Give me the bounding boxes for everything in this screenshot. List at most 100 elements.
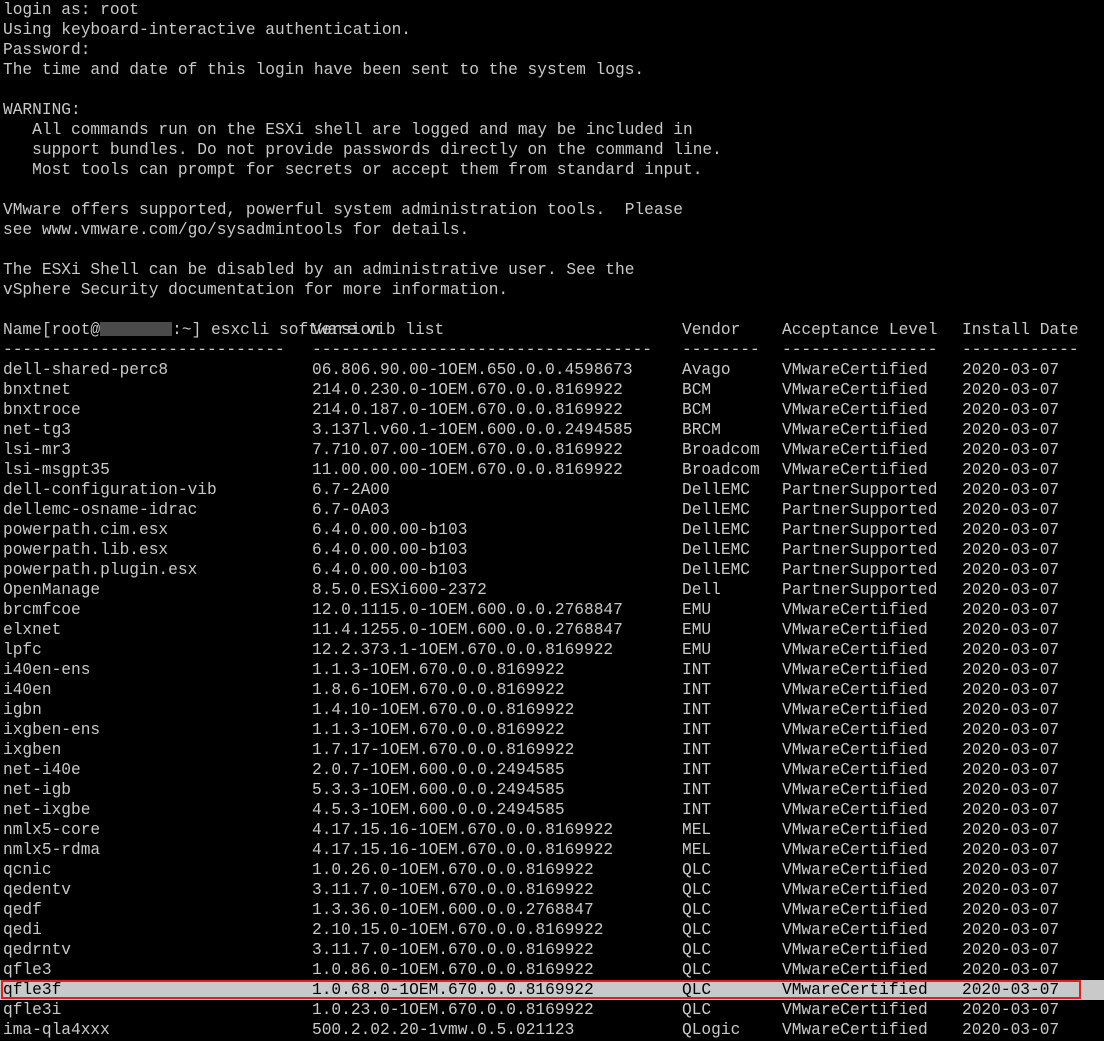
header-vendor: Vendor: [682, 321, 741, 339]
vib-install-date: 2020-03-07: [962, 901, 1060, 919]
vib-acceptance-level: VMwareCertified: [782, 761, 928, 779]
vib-name: bnxtnet: [3, 381, 71, 399]
vib-vendor: DellEMC: [682, 481, 750, 499]
vib-version: 1.3.36.0-1OEM.600.0.0.2768847: [312, 901, 594, 919]
vib-name: lpfc: [3, 641, 42, 659]
vib-vendor: INT: [682, 661, 712, 679]
separator-date: ------------: [962, 341, 1079, 359]
vib-install-date: 2020-03-07: [962, 881, 1060, 899]
vib-acceptance-level: VMwareCertified: [782, 721, 928, 739]
terminal-line: vSphere Security documentation for more …: [3, 281, 509, 299]
vib-vendor: Broadcom: [682, 461, 760, 479]
vib-vendor: INT: [682, 741, 712, 759]
vib-name: powerpath.plugin.esx: [3, 561, 198, 579]
vib-name: qfle3i: [3, 1001, 62, 1019]
vib-name: qedi: [3, 921, 42, 939]
vib-name: dellemc-osname-idrac: [3, 501, 198, 519]
vib-version: 1.1.3-1OEM.670.0.0.8169922: [312, 721, 565, 739]
vib-vendor: BCM: [682, 401, 712, 419]
vib-name: qcnic: [3, 861, 52, 879]
vib-version: 1.0.86.0-1OEM.670.0.0.8169922: [312, 961, 594, 979]
vib-version: 6.4.0.00.00-b103: [312, 541, 468, 559]
vib-version: 1.7.17-1OEM.670.0.0.8169922: [312, 741, 575, 759]
vib-version: 6.4.0.00.00-b103: [312, 521, 468, 539]
vib-acceptance-level: VMwareCertified: [782, 841, 928, 859]
vib-vendor: INT: [682, 721, 712, 739]
vib-install-date: 2020-03-07: [962, 561, 1060, 579]
vib-vendor: INT: [682, 701, 712, 719]
vib-acceptance-level: VMwareCertified: [782, 941, 928, 959]
vib-name: i40en: [3, 681, 52, 699]
vib-vendor: Avago: [682, 361, 731, 379]
vib-vendor: QLC: [682, 941, 712, 959]
vib-vendor: Broadcom: [682, 441, 760, 459]
header-install-date: Install Date: [962, 321, 1079, 339]
vib-name: bnxtroce: [3, 401, 81, 419]
vib-version: 11.00.00.00-1OEM.670.0.0.8169922: [312, 461, 623, 479]
terminal-line: login as: root: [3, 1, 139, 19]
vib-acceptance-level: VMwareCertified: [782, 741, 928, 759]
vib-install-date: 2020-03-07: [962, 401, 1060, 419]
vib-vendor: DellEMC: [682, 521, 750, 539]
vib-acceptance-level: VMwareCertified: [782, 401, 928, 419]
vib-name: net-i40e: [3, 761, 81, 779]
separator-version: -----------------------------------: [312, 341, 652, 359]
vib-acceptance-level: VMwareCertified: [782, 861, 928, 879]
vib-acceptance-level: VMwareCertified: [782, 641, 928, 659]
vib-version: 1.4.10-1OEM.670.0.0.8169922: [312, 701, 575, 719]
vib-version: 12.0.1115.0-1OEM.600.0.0.2768847: [312, 601, 623, 619]
vib-vendor: INT: [682, 781, 712, 799]
vib-install-date: 2020-03-07: [962, 521, 1060, 539]
vib-acceptance-level: VMwareCertified: [782, 961, 928, 979]
vib-vendor: QLC: [682, 861, 712, 879]
vib-install-date: 2020-03-07: [962, 941, 1060, 959]
shell-prompt-line[interactable]: [root@:~] esxcli software vib list: [3, 300, 444, 339]
vib-version: 3.137l.v60.1-1OEM.600.0.0.2494585: [312, 421, 633, 439]
vib-name: qedf: [3, 901, 42, 919]
vib-vendor: INT: [682, 801, 712, 819]
header-name: Name: [3, 321, 42, 339]
vib-acceptance-level: VMwareCertified: [782, 801, 928, 819]
vib-install-date: 2020-03-07: [962, 801, 1060, 819]
vib-name: lsi-msgpt35: [3, 461, 110, 479]
vib-vendor: DellEMC: [682, 541, 750, 559]
vib-version: 3.11.7.0-1OEM.670.0.0.8169922: [312, 881, 594, 899]
vib-install-date: 2020-03-07: [962, 861, 1060, 879]
vib-acceptance-level: PartnerSupported: [782, 521, 938, 539]
vib-install-date: 2020-03-07: [962, 461, 1060, 479]
vib-version: 1.1.3-1OEM.670.0.0.8169922: [312, 661, 565, 679]
vib-acceptance-level: VMwareCertified: [782, 381, 928, 399]
vib-acceptance-level: VMwareCertified: [782, 901, 928, 919]
vib-vendor: EMU: [682, 601, 712, 619]
vib-version: 7.710.07.00-1OEM.670.0.0.8169922: [312, 441, 623, 459]
vib-install-date: 2020-03-07: [962, 961, 1060, 979]
vib-vendor: QLC: [682, 881, 712, 899]
terminal-line: The time and date of this login have bee…: [3, 61, 645, 79]
vib-install-date: 2020-03-07: [962, 681, 1060, 699]
vib-name: ixgben: [3, 741, 62, 759]
vib-vendor: Dell: [682, 581, 721, 599]
vib-vendor: MEL: [682, 821, 712, 839]
terminal-line: Password:: [3, 41, 91, 59]
vib-install-date: 2020-03-07: [962, 581, 1060, 599]
vib-version: 214.0.187.0-1OEM.670.0.0.8169922: [312, 401, 623, 419]
vib-version: 4.5.3-1OEM.600.0.0.2494585: [312, 801, 565, 819]
vib-install-date: 2020-03-07: [962, 701, 1060, 719]
vib-acceptance-level: VMwareCertified: [782, 701, 928, 719]
vib-name: dell-shared-perc8: [3, 361, 169, 379]
table-header: Name Version Vendor Acceptance Level Ins…: [3, 320, 1079, 340]
vib-vendor: INT: [682, 681, 712, 699]
terminal-line: support bundles. Do not provide password…: [3, 141, 722, 159]
table-separator: ----------------------------- ----------…: [3, 340, 1079, 360]
vib-install-date: 2020-03-07: [962, 661, 1060, 679]
vib-version: 8.5.0.ESXi600-2372: [312, 581, 487, 599]
vib-install-date: 2020-03-07: [962, 441, 1060, 459]
separator-vendor: --------: [682, 341, 760, 359]
vib-install-date: 2020-03-07: [962, 481, 1060, 499]
vib-install-date: 2020-03-07: [962, 1001, 1060, 1019]
vib-version: 500.2.02.20-1vmw.0.5.021123: [312, 1021, 575, 1039]
terminal-window[interactable]: login as: root Using keyboard-interactiv…: [0, 0, 1104, 1041]
vib-version: 1.0.23.0-1OEM.670.0.0.8169922: [312, 1001, 594, 1019]
separator-name: -----------------------------: [3, 341, 285, 359]
vib-acceptance-level: VMwareCertified: [782, 1021, 928, 1039]
